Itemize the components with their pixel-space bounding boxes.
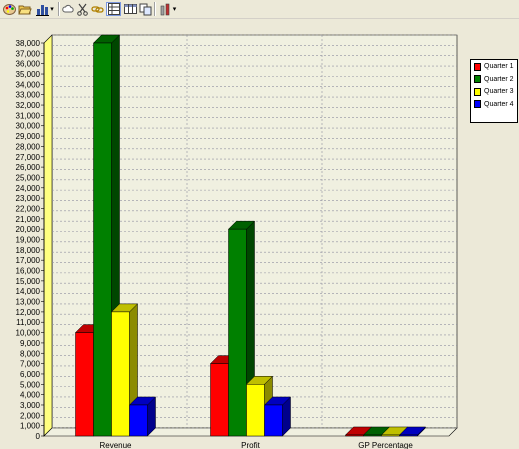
legend-label: Quarter 1 <box>484 63 514 71</box>
legend-label: Quarter 4 <box>484 100 514 108</box>
chart-toolbar: ▾ ▾ <box>0 0 519 19</box>
chevron-down-icon: ▾ <box>172 5 177 13</box>
cut-icon[interactable] <box>75 2 89 16</box>
x-category-label: GP Percentage <box>358 441 413 449</box>
y-tick-label: 0 <box>36 432 41 441</box>
y-tick-label: 9,000 <box>20 339 41 348</box>
y-tick-label: 2,000 <box>20 411 41 420</box>
legend-item: Quarter 2 <box>474 75 516 85</box>
y-tick-label: 27,000 <box>16 153 41 162</box>
y-tick-label: 13,000 <box>16 298 41 307</box>
legend-swatch <box>474 75 481 84</box>
y-tick-label: 25,000 <box>16 173 41 182</box>
y-tick-label: 15,000 <box>16 277 41 286</box>
y-tick-label: 4,000 <box>20 391 41 400</box>
legend-item: Quarter 3 <box>474 87 516 97</box>
legend-label: Quarter 3 <box>484 88 514 96</box>
y-tick-label: 17,000 <box>16 256 41 265</box>
y-tick-label: 29,000 <box>16 132 41 141</box>
link-icon[interactable] <box>90 2 104 16</box>
y-tick-label: 23,000 <box>16 194 41 203</box>
y-tick-label: 20,000 <box>16 225 41 234</box>
y-tick-label: 34,000 <box>16 80 41 89</box>
y-tick-label: 38,000 <box>16 39 41 48</box>
legend-swatch <box>474 87 481 96</box>
y-tick-label: 1,000 <box>20 422 41 431</box>
y-tick-label: 5,000 <box>20 380 41 389</box>
y-tick-label: 12,000 <box>16 308 41 317</box>
chevron-down-icon: ▾ <box>50 5 54 13</box>
y-tick-label: 18,000 <box>16 246 41 255</box>
open-folder-icon[interactable] <box>17 2 32 16</box>
legend-item: Quarter 1 <box>474 62 516 72</box>
y-tick-label: 19,000 <box>16 236 41 245</box>
copy-icon[interactable] <box>138 2 152 16</box>
y-tick-label: 35,000 <box>16 70 41 79</box>
table-icon[interactable] <box>123 2 137 16</box>
cloud-icon[interactable] <box>61 2 75 16</box>
y-tick-label: 26,000 <box>16 163 41 172</box>
y-tick-label: 36,000 <box>16 60 41 69</box>
series-icon[interactable]: ▾ <box>157 2 179 16</box>
data-grid-icon[interactable] <box>106 2 121 16</box>
y-tick-label: 28,000 <box>16 142 41 151</box>
legend-label: Quarter 2 <box>484 75 514 83</box>
y-tick-label: 21,000 <box>16 215 41 224</box>
bar-quarter-4-revenue[interactable] <box>128 396 157 437</box>
y-tick-label: 6,000 <box>20 370 41 379</box>
y-tick-label: 31,000 <box>16 111 41 120</box>
y-tick-label: 3,000 <box>20 401 41 410</box>
y-tick-label: 16,000 <box>16 267 41 276</box>
chart-legend: Quarter 1 Quarter 2 Quarter 3 Quarter 4 <box>470 59 518 123</box>
y-tick-label: 8,000 <box>20 349 41 358</box>
chart-side-wall <box>43 34 53 437</box>
x-category-label: Revenue <box>99 441 132 449</box>
y-tick-label: 32,000 <box>16 101 41 110</box>
x-category-label: Profit <box>241 441 260 449</box>
y-tick-label: 24,000 <box>16 184 41 193</box>
toolbar-separator <box>58 2 60 16</box>
legend-swatch <box>474 100 481 109</box>
y-tick-label: 37,000 <box>16 49 41 58</box>
toolbar-separator <box>154 2 156 16</box>
y-tick-label: 14,000 <box>16 287 41 296</box>
chart-area: 0 1,000 2,000 3,000 4,000 5,000 6,000 7,000 8,00… <box>0 19 519 449</box>
y-tick-label: 7,000 <box>20 360 41 369</box>
y-tick-label: 22,000 <box>16 204 41 213</box>
y-tick-label: 11,000 <box>16 318 40 327</box>
y-tick-label: 30,000 <box>16 122 41 131</box>
palette-icon[interactable] <box>2 2 16 16</box>
bar-chart: 01,000 2,0003,0004,000 5,0006,0007,000 8,00… <box>16 34 458 449</box>
y-tick-label: 33,000 <box>16 91 41 100</box>
legend-item: Quarter 4 <box>474 100 516 110</box>
bar-quarter-4-profit[interactable] <box>263 396 292 437</box>
y-tick-label: 10,000 <box>16 329 41 338</box>
legend-swatch <box>474 62 481 71</box>
bar-chart-type-icon[interactable]: ▾ <box>34 2 56 16</box>
